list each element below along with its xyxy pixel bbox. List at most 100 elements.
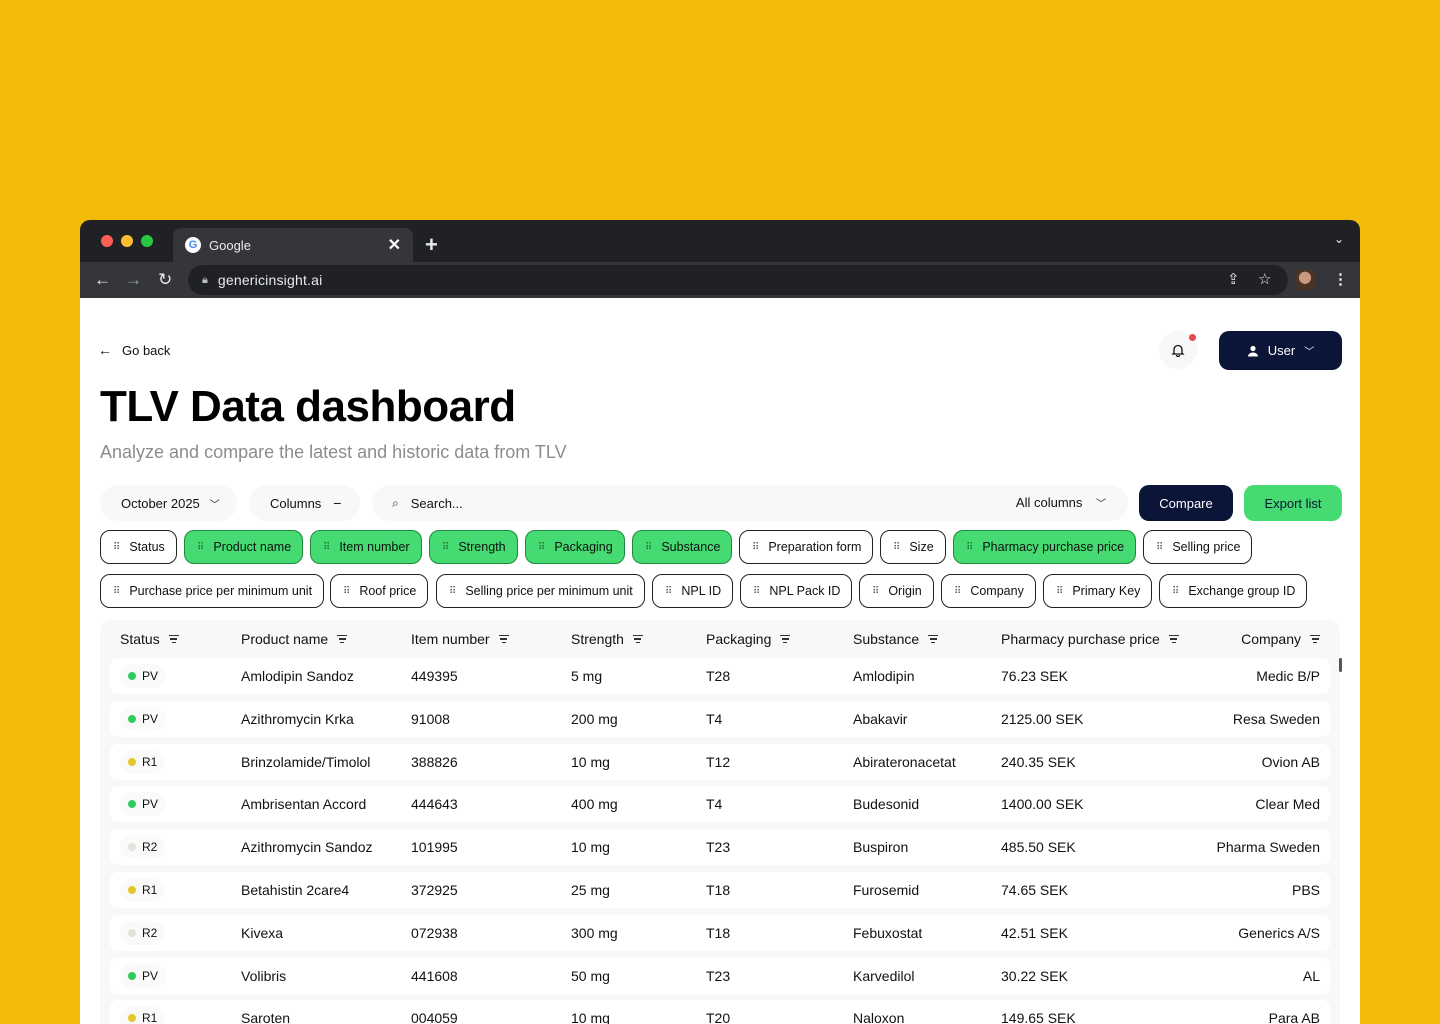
column-header[interactable]: Substance <box>853 631 939 647</box>
filter-icon[interactable] <box>928 633 939 645</box>
close-window-dot[interactable] <box>101 235 113 247</box>
column-chip[interactable]: ⠿ Roof price <box>330 574 429 608</box>
drag-handle-icon[interactable]: ⠿ <box>113 586 120 597</box>
column-chip[interactable]: ⠿ Exchange group ID <box>1159 574 1308 608</box>
table-row[interactable]: PV Volibris 441608 50 mg T23 Karvedilol 30.22 … <box>110 957 1330 994</box>
back-arrow-icon[interactable]: ← <box>94 270 111 290</box>
tab-close-icon[interactable]: ✕ <box>388 235 401 255</box>
filter-icon[interactable] <box>780 633 791 645</box>
column-chip-label: Product name <box>213 540 292 554</box>
address-bar[interactable]: 🔒︎ genericinsight.ai <box>188 265 1288 295</box>
drag-handle-icon[interactable]: ⠿ <box>442 542 449 553</box>
table-row[interactable]: R1 Betahistin 2care4 372925 25 mg T18 Furosem… <box>110 872 1330 908</box>
table-row[interactable]: PV Azithromycin Krka 91008 200 mg T4 Abakavir… <box>110 700 1330 737</box>
export-list-button[interactable]: Export list <box>1244 485 1342 521</box>
status-label: PV <box>142 711 159 726</box>
column-header[interactable]: Status <box>120 631 179 647</box>
column-chip[interactable]: ⠿ Company <box>941 574 1036 608</box>
cell-product: Brinzolamide/Timolol <box>241 753 371 770</box>
table-row[interactable]: R2 Azithromycin Sandoz 101995 10 mg T23 Buspi… <box>110 829 1330 866</box>
column-chip[interactable]: ⠿ Origin <box>859 574 934 608</box>
cell-company: Resa Sweden <box>1232 710 1320 727</box>
drag-handle-icon[interactable]: ⠿ <box>752 542 759 553</box>
column-chip[interactable]: ⠿ Item number <box>310 530 422 564</box>
drag-handle-icon[interactable]: ⠿ <box>966 542 973 553</box>
table-row[interactable]: PV Ambrisentan Accord 444643 400 mg T4 Budeso… <box>110 786 1330 823</box>
table-row[interactable]: R1 Saroten 004059 10 mg T20 Naloxon 149.65 SEK… <box>110 1000 1330 1024</box>
arrow-left-icon: ← <box>98 342 112 358</box>
drag-handle-icon[interactable]: ⠿ <box>538 542 545 553</box>
column-chip[interactable]: ⠿ Primary Key <box>1043 574 1153 608</box>
column-chip[interactable]: ⠿ Packaging <box>525 530 625 564</box>
drag-handle-icon[interactable]: ⠿ <box>1056 586 1063 597</box>
column-chip[interactable]: ⠿ Substance <box>632 530 733 564</box>
column-chip[interactable]: ⠿ Size <box>880 530 946 564</box>
drag-handle-icon[interactable]: ⠿ <box>343 586 350 597</box>
drag-handle-icon[interactable]: ⠿ <box>323 542 330 553</box>
column-chip[interactable]: ⠿ Purchase price per minimum unit <box>100 574 325 608</box>
search-scope-select[interactable]: All columns ﹀ <box>1016 495 1106 510</box>
column-header[interactable]: Pharmacy purchase price <box>1001 631 1179 647</box>
cell-substance: Abakavir <box>853 710 908 727</box>
column-chip-label: Item number <box>339 540 410 554</box>
column-chip[interactable]: ⠿ Strength <box>429 530 518 564</box>
reload-icon[interactable]: ↻ <box>158 270 172 290</box>
column-chip[interactable]: ⠿ NPL Pack ID <box>740 574 853 608</box>
table-row[interactable]: PV Amlodipin Sandoz 449395 5 mg T28 Amlodipin… <box>110 658 1330 694</box>
search-input[interactable]: Search... <box>411 496 463 511</box>
bookmark-star-icon[interactable]: ☆ <box>1258 270 1271 288</box>
drag-handle-icon[interactable]: ⠿ <box>113 542 120 553</box>
cell-strength: 5 mg <box>571 668 603 684</box>
column-chip[interactable]: ⠿ NPL ID <box>652 574 734 608</box>
filter-icon[interactable] <box>1310 633 1320 645</box>
user-menu-button[interactable]: User ﹀ <box>1219 331 1342 370</box>
column-header[interactable]: Product name <box>241 631 348 647</box>
kebab-menu-icon[interactable]: ⋮ <box>1333 270 1348 288</box>
drag-handle-icon[interactable]: ⠿ <box>197 542 204 553</box>
drag-handle-icon[interactable]: ⠿ <box>753 586 760 597</box>
profile-avatar[interactable] <box>1294 269 1316 291</box>
drag-handle-icon[interactable]: ⠿ <box>1156 542 1163 553</box>
table-scrollbar[interactable] <box>1339 658 1342 672</box>
column-chip[interactable]: ⠿ Status <box>100 530 177 564</box>
drag-handle-icon[interactable]: ⠿ <box>645 542 652 553</box>
status-dot <box>128 1014 136 1023</box>
filter-icon[interactable] <box>1168 633 1179 645</box>
column-chip[interactable]: ⠿ Selling price <box>1143 530 1253 564</box>
new-tab-icon[interactable]: + <box>425 232 438 258</box>
share-icon[interactable]: ⇪ <box>1227 270 1240 288</box>
maximize-window-dot[interactable] <box>141 235 153 247</box>
drag-handle-icon[interactable]: ⠿ <box>1172 586 1179 597</box>
browser-tab[interactable]: G Google ✕ <box>173 228 413 262</box>
compare-button[interactable]: Compare <box>1139 485 1233 521</box>
go-back-link[interactable]: ← Go back <box>98 342 170 358</box>
forward-arrow-icon[interactable]: → <box>125 270 142 290</box>
columns-toggle[interactable]: Columns − <box>249 485 360 521</box>
filter-icon[interactable] <box>632 633 643 645</box>
filter-icon[interactable] <box>168 633 179 645</box>
navigation-bar: ← → ↻ 🔒︎ genericinsight.ai ⇪ ☆ ⋮ <box>80 262 1360 298</box>
drag-handle-icon[interactable]: ⠿ <box>872 586 879 597</box>
search-field[interactable]: ⌕ Search... All columns ﹀ <box>372 485 1128 521</box>
column-header[interactable]: Item number <box>411 631 509 647</box>
table-row[interactable]: R2 Kivexa 072938 300 mg T18 Febuxostat 42.51 S… <box>110 914 1330 951</box>
drag-handle-icon[interactable]: ⠿ <box>954 586 961 597</box>
column-header[interactable]: Packaging <box>706 631 791 647</box>
filter-icon[interactable] <box>337 633 348 645</box>
period-select[interactable]: October 2025 ﹀ <box>100 485 237 521</box>
column-chip[interactable]: ⠿ Pharmacy purchase price <box>953 530 1137 564</box>
table-row[interactable]: R1 Brinzolamide/Timolol 388826 10 mg T12 Abir… <box>110 743 1330 780</box>
drag-handle-icon[interactable]: ⠿ <box>665 586 672 597</box>
minimize-window-dot[interactable] <box>121 235 133 247</box>
column-chip[interactable]: ⠿ Product name <box>184 530 304 564</box>
filter-icon[interactable] <box>498 633 509 645</box>
cell-strength: 10 mg <box>571 753 610 770</box>
column-chip[interactable]: ⠿ Selling price per minimum unit <box>436 574 645 608</box>
drag-handle-icon[interactable]: ⠿ <box>449 586 456 597</box>
column-header[interactable]: Company <box>1241 631 1320 647</box>
column-header[interactable]: Strength <box>571 631 643 647</box>
drag-handle-icon[interactable]: ⠿ <box>893 542 900 553</box>
column-chip-label: Exchange group ID <box>1188 584 1296 598</box>
tab-search-chevron-icon[interactable]: ⌄ <box>1334 232 1344 246</box>
column-chip[interactable]: ⠿ Preparation form <box>739 530 874 564</box>
